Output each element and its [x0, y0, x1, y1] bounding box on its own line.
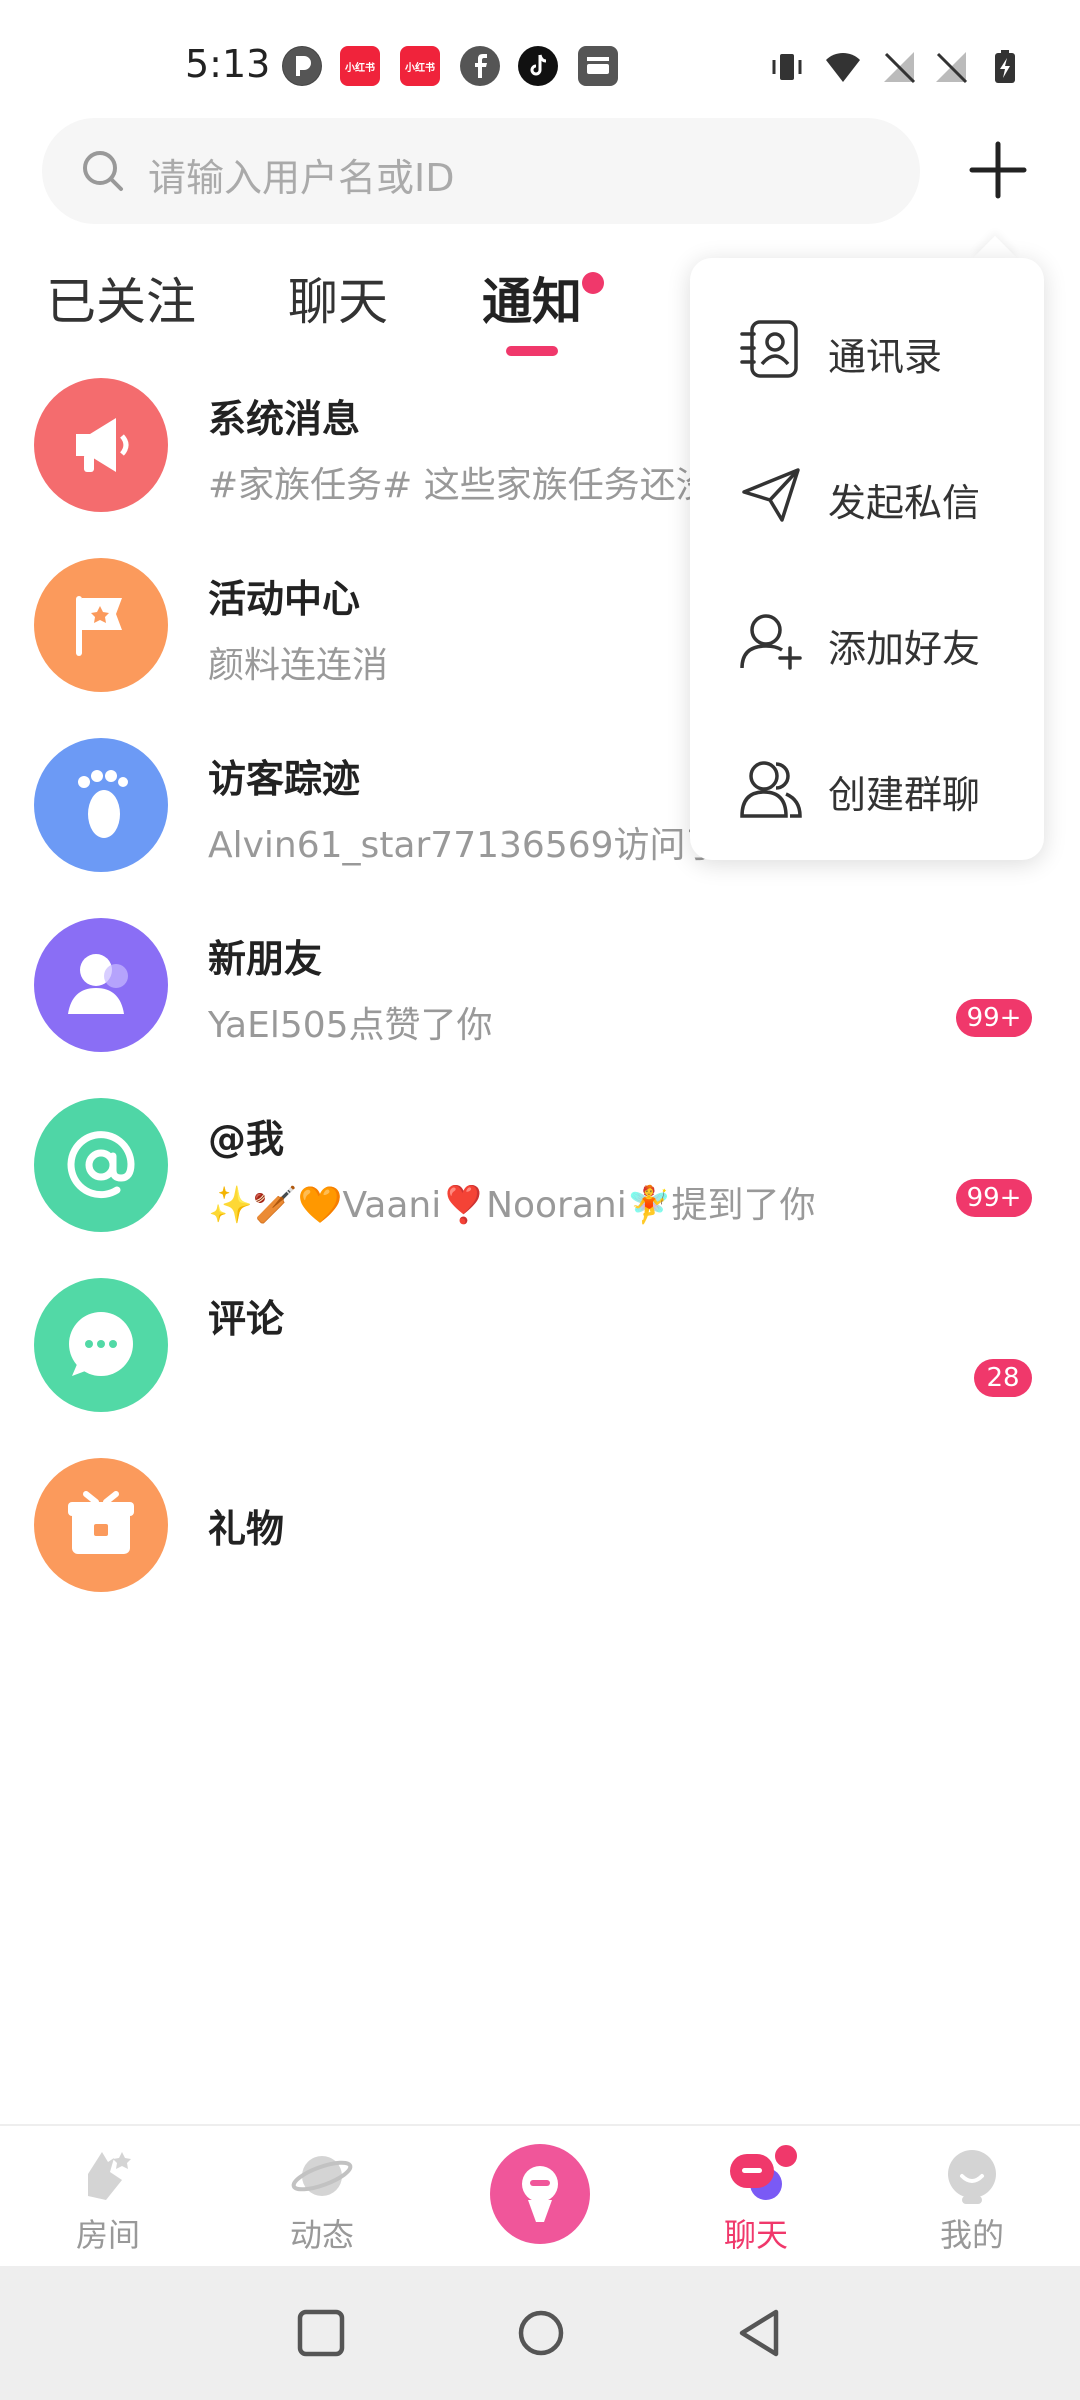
- back-button[interactable]: [732, 2304, 790, 2362]
- item-title: 访客踪迹: [208, 757, 361, 801]
- no-signal-icon: [884, 52, 916, 84]
- add-friend-icon: [740, 614, 802, 670]
- tab-following[interactable]: 已关注: [46, 262, 196, 334]
- nav-label: 动态: [289, 2216, 354, 2254]
- system-navigation-bar: [0, 2266, 1080, 2400]
- search-icon: [83, 151, 123, 191]
- xiaohongshu-icon: 小红书: [400, 46, 440, 86]
- menu-item-add-friend[interactable]: 添加好友: [690, 568, 1044, 708]
- person-icon: [34, 918, 168, 1052]
- item-title: 系统消息: [208, 397, 361, 441]
- microphone-icon: [522, 2166, 558, 2222]
- room-icon: [88, 2152, 131, 2200]
- wifi-icon: [826, 52, 860, 82]
- menu-item-label: 添加好友: [828, 627, 981, 671]
- item-subtitle: 颜料连连消: [208, 645, 389, 686]
- item-title: @我: [208, 1117, 285, 1161]
- item-title: 新朋友: [208, 937, 323, 981]
- list-item-mentions[interactable]: @我 ✨🏏🧡Vaani❣️Noorani🧚提到了你 99+: [0, 1096, 1080, 1276]
- facebook-icon: [460, 46, 500, 86]
- tab-notifications[interactable]: 通知: [482, 262, 582, 334]
- tiktok-icon: [518, 46, 558, 86]
- live-microphone-button[interactable]: [490, 2144, 590, 2244]
- send-message-icon: [742, 468, 800, 522]
- nav-label: 聊天: [723, 2216, 788, 2254]
- nav-feed[interactable]: 动态: [252, 2126, 392, 2268]
- xiaohongshu-badge-text: 小红书: [345, 62, 375, 74]
- add-plus-button[interactable]: [958, 130, 1038, 210]
- comment-bubble-icon: [34, 1278, 168, 1412]
- megaphone-icon: [34, 378, 168, 512]
- unread-count-badge: 99+: [956, 1179, 1032, 1217]
- status-bar: 5:13 小红书 小红书: [0, 0, 1080, 130]
- plus-popup-menu: 通讯录 发起私信 添加好友 创建群聊: [690, 258, 1044, 860]
- unread-count-badge: 99+: [956, 999, 1032, 1037]
- at-icon: [34, 1098, 168, 1232]
- nav-profile[interactable]: 我的: [902, 2126, 1042, 2268]
- pocket-icon: [282, 46, 322, 86]
- group-chat-icon: [740, 761, 802, 818]
- planet-icon: [291, 2156, 353, 2196]
- unread-count-badge: 28: [974, 1359, 1032, 1397]
- flag-icon: [34, 558, 168, 692]
- chat-unread-dot: [772, 2142, 800, 2170]
- menu-item-label: 通讯录: [828, 335, 943, 379]
- status-time: 5:13: [185, 42, 271, 86]
- profile-icon: [948, 2150, 996, 2204]
- item-title: 礼物: [208, 1507, 285, 1551]
- menu-item-contacts[interactable]: 通讯录: [690, 276, 1044, 416]
- footprint-icon: [34, 738, 168, 872]
- no-signal-icon: [936, 52, 968, 84]
- contacts-icon: [740, 320, 798, 378]
- search-input[interactable]: 请输入用户名或ID: [148, 147, 454, 202]
- item-title: 评论: [208, 1297, 285, 1341]
- menu-item-send-message[interactable]: 发起私信: [690, 422, 1044, 562]
- item-subtitle: Alvin61_star77136569访问了: [208, 825, 722, 866]
- list-item-gifts[interactable]: 礼物: [0, 1456, 1080, 1636]
- item-title: 活动中心: [208, 577, 361, 621]
- recent-apps-button[interactable]: [292, 2304, 350, 2362]
- list-item-new-friends[interactable]: 新朋友 YaEl505点赞了你 99+: [0, 916, 1080, 1096]
- item-subtitle: #家族任务# 这些家族任务还没: [208, 465, 712, 506]
- nav-chat[interactable]: 聊天: [686, 2126, 826, 2268]
- nav-rooms[interactable]: 房间: [38, 2126, 178, 2268]
- menu-item-create-group[interactable]: 创建群聊: [690, 714, 1044, 854]
- menu-item-label: 发起私信: [828, 481, 981, 525]
- search-bar[interactable]: 请输入用户名或ID: [42, 118, 920, 224]
- battery-charging-icon: [995, 50, 1015, 83]
- gift-box-icon: [34, 1458, 168, 1592]
- home-button[interactable]: [512, 2304, 570, 2362]
- bottom-navigation: 房间 动态 聊天 我的: [0, 2124, 1080, 2268]
- item-subtitle: YaEl505点赞了你: [208, 1005, 493, 1046]
- nav-label: 我的: [939, 2216, 1004, 2254]
- tab-chat[interactable]: 聊天: [288, 262, 388, 334]
- item-subtitle: ✨🏏🧡Vaani❣️Noorani🧚提到了你: [208, 1185, 816, 1226]
- tab-active-indicator: [506, 346, 558, 356]
- menu-item-label: 创建群聊: [828, 773, 981, 817]
- tab-unread-dot: [582, 272, 604, 294]
- list-item-comments[interactable]: 评论 28: [0, 1276, 1080, 1456]
- xiaohongshu-badge-text: 小红书: [405, 62, 435, 74]
- xiaohongshu-icon: 小红书: [340, 46, 380, 86]
- nav-label: 房间: [75, 2216, 140, 2254]
- vibrate-icon: [772, 54, 802, 80]
- wallet-icon: [578, 46, 618, 86]
